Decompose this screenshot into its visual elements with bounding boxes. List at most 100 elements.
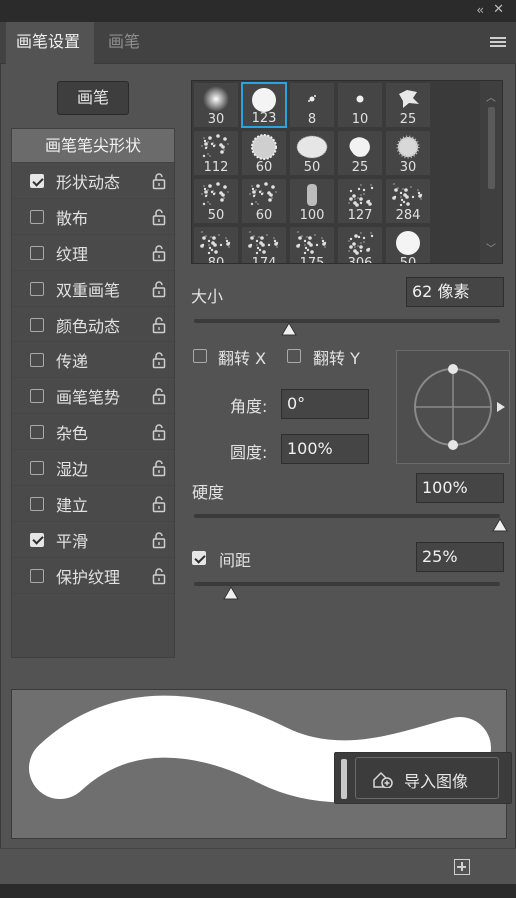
brush-option-label[interactable]: 保护纹理	[56, 564, 120, 588]
lock-icon[interactable]	[152, 172, 166, 190]
lock-icon[interactable]	[152, 495, 166, 513]
hardness-field[interactable]: 100%	[416, 473, 504, 503]
brush-option-label[interactable]: 画笔笔势	[56, 384, 120, 408]
brush-tip-cell[interactable]: 50	[385, 226, 431, 263]
brush-tip-cell[interactable]: 60	[241, 178, 287, 224]
brush-option-checkbox[interactable]	[30, 389, 44, 404]
brush-option-label[interactable]: 传递	[56, 348, 88, 372]
brush-tip-cell[interactable]: 50	[289, 130, 335, 176]
tab-brushes[interactable]: 画笔	[98, 22, 150, 64]
brush-tip-cell[interactable]: 123	[241, 82, 287, 128]
brush-option-label[interactable]: 纹理	[56, 241, 88, 265]
brush-option-row[interactable]: 双重画笔	[12, 271, 174, 307]
brush-option-row[interactable]: 散布	[12, 199, 174, 235]
spacing-label: 间距	[219, 551, 252, 570]
size-slider[interactable]	[194, 319, 500, 323]
close-panel-button[interactable]: ✕	[493, 2, 504, 17]
brush-option-checkbox[interactable]	[30, 353, 44, 368]
brush-tip-cell[interactable]: 8	[289, 82, 335, 128]
flip-y-checkbox[interactable]	[287, 349, 301, 363]
brush-option-row[interactable]: 画笔笔势	[12, 378, 174, 415]
brush-option-checkbox[interactable]	[30, 461, 44, 476]
brush-option-label[interactable]: 平滑	[56, 528, 88, 552]
brush-option-row[interactable]: 形状动态	[12, 163, 174, 199]
brush-option-label[interactable]: 杂色	[56, 420, 88, 444]
hardness-slider[interactable]	[194, 514, 500, 518]
brushes-button[interactable]: 画笔	[57, 81, 129, 115]
brush-option-label[interactable]: 双重画笔	[56, 277, 120, 301]
spacing-field[interactable]: 25%	[416, 542, 504, 572]
brush-tip-cell[interactable]: 174	[241, 226, 287, 263]
brush-option-checkbox[interactable]	[30, 532, 44, 547]
brush-option-label[interactable]: 形状动态	[56, 169, 120, 193]
collapse-panel-button[interactable]: ‹‹	[476, 3, 483, 17]
lock-icon[interactable]	[152, 351, 166, 369]
panel-menu-icon[interactable]	[490, 37, 506, 49]
angle-field[interactable]: 0°	[281, 389, 369, 419]
brush-tip-cell[interactable]: 30	[193, 82, 239, 128]
lock-icon[interactable]	[152, 423, 166, 441]
brush-option-checkbox[interactable]	[30, 245, 44, 260]
lock-icon[interactable]	[152, 280, 166, 298]
brush-tip-cell[interactable]: 50	[193, 178, 239, 224]
lock-icon[interactable]	[152, 208, 166, 226]
brush-tip-shape-header[interactable]: 画笔笔尖形状	[12, 129, 174, 163]
brush-tip-cell[interactable]: 284	[385, 178, 431, 224]
scroll-thumb[interactable]	[488, 107, 495, 189]
import-image-button[interactable]: 导入图像	[355, 757, 499, 799]
brush-option-checkbox[interactable]	[30, 568, 44, 583]
brush-tip-cell[interactable]: 100	[289, 178, 335, 224]
brush-option-checkbox[interactable]	[30, 281, 44, 296]
brush-option-row[interactable]: 保护纹理	[12, 558, 174, 594]
brush-option-row[interactable]: 传递	[12, 342, 174, 379]
brush-option-row[interactable]: 平滑	[12, 522, 174, 558]
brush-tip-cell[interactable]: 80	[193, 226, 239, 263]
grid-scrollbar[interactable]: ︿ ﹀	[480, 81, 502, 263]
brush-tip-cell[interactable]: 60	[241, 130, 287, 176]
brush-tip-cell[interactable]: 112	[193, 130, 239, 176]
brush-option-checkbox[interactable]	[30, 317, 44, 332]
lock-icon[interactable]	[152, 459, 166, 477]
brush-option-checkbox[interactable]	[30, 174, 44, 188]
brush-tip-cell[interactable]: 127	[337, 178, 383, 224]
brush-tip-cell[interactable]: 25	[337, 130, 383, 176]
brush-tip-size: 30	[399, 160, 417, 175]
panel-tabs: 画笔设置 画笔	[0, 22, 516, 64]
scroll-up-icon[interactable]: ︿	[486, 89, 496, 104]
brush-option-label[interactable]: 湿边	[56, 456, 88, 480]
size-field[interactable]: 62 像素	[406, 277, 504, 307]
size-label: 大小	[191, 287, 224, 306]
brush-option-row[interactable]: 湿边	[12, 450, 174, 487]
brush-tip-cell[interactable]: 10	[337, 82, 383, 128]
angle-roundness-widget[interactable]	[396, 350, 510, 464]
brush-tip-cell[interactable]: 30	[385, 130, 431, 176]
brush-option-label[interactable]: 散布	[56, 205, 88, 229]
tab-brush-settings[interactable]: 画笔设置	[6, 22, 94, 64]
lock-icon[interactable]	[152, 387, 166, 405]
brush-option-row[interactable]: 杂色	[12, 414, 174, 451]
scroll-down-icon[interactable]: ﹀	[486, 240, 496, 255]
brush-tip-cell[interactable]: 175	[289, 226, 335, 263]
roundness-field[interactable]: 100%	[281, 434, 369, 464]
brush-option-checkbox[interactable]	[30, 209, 44, 224]
lock-icon[interactable]	[152, 567, 166, 585]
brush-option-row[interactable]: 建立	[12, 486, 174, 522]
spacing-slider[interactable]	[194, 582, 500, 586]
lock-icon[interactable]	[152, 244, 166, 262]
spacing-checkbox[interactable]	[192, 551, 206, 565]
brush-option-row[interactable]: 颜色动态	[12, 307, 174, 343]
flip-x-checkbox[interactable]	[193, 349, 207, 363]
brush-option-label[interactable]: 颜色动态	[56, 313, 120, 337]
brush-option-row[interactable]: 纹理	[12, 235, 174, 271]
brush-tip-cell[interactable]: 306	[337, 226, 383, 263]
brush-tip-cell[interactable]: 25	[385, 82, 431, 128]
flip-y-label: 翻转 Y	[313, 349, 360, 368]
lock-icon[interactable]	[152, 316, 166, 334]
create-new-brush-icon[interactable]	[454, 859, 470, 875]
brush-tip-size: 8	[307, 112, 317, 127]
popup-drag-handle[interactable]	[341, 759, 347, 799]
brush-option-checkbox[interactable]	[30, 425, 44, 440]
brush-option-label[interactable]: 建立	[56, 492, 88, 516]
brush-option-checkbox[interactable]	[30, 497, 44, 512]
lock-icon[interactable]	[152, 531, 166, 549]
